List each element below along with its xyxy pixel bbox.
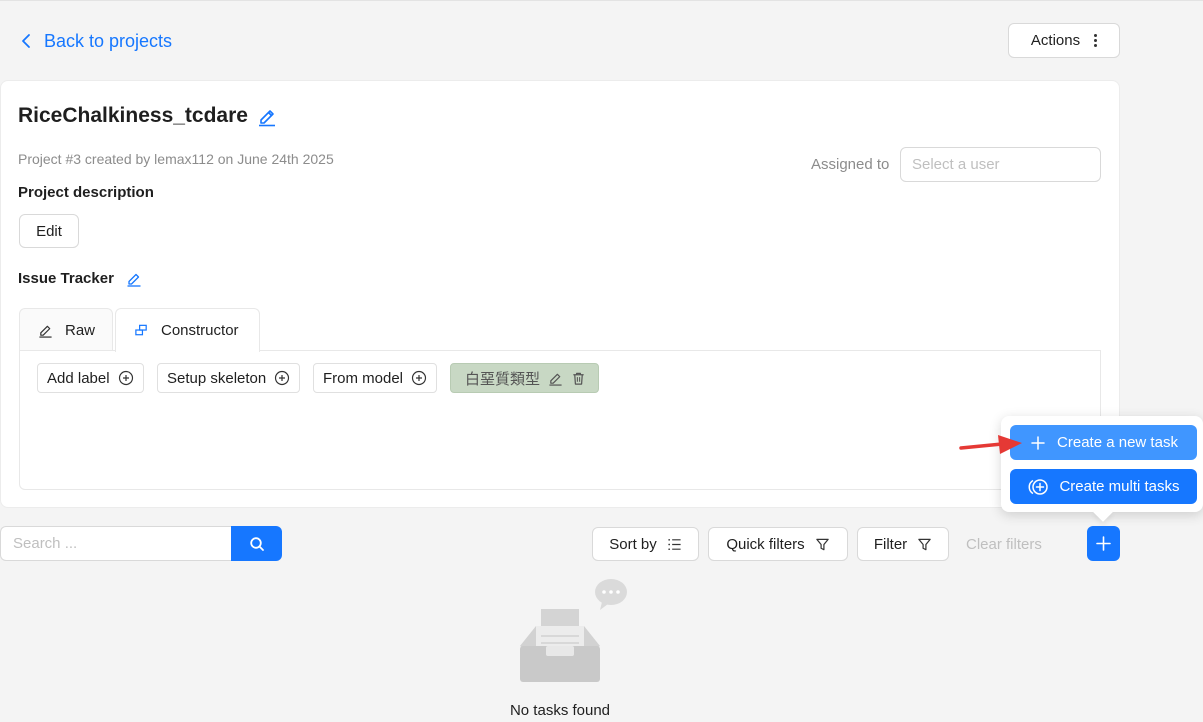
create-multi-tasks-label: Create multi tasks — [1059, 478, 1180, 495]
setup-skeleton-button[interactable]: Setup skeleton — [157, 363, 301, 393]
setup-skeleton-text: Setup skeleton — [167, 369, 267, 387]
assignee-select[interactable] — [900, 147, 1101, 182]
from-model-text: From model — [323, 369, 404, 387]
create-multi-tasks-button[interactable]: Create multi tasks — [1010, 469, 1197, 504]
sort-by-label: Sort by — [609, 535, 657, 553]
sort-list-icon — [668, 538, 681, 550]
filter-icon — [815, 538, 829, 550]
filter-label: Filter — [873, 535, 908, 553]
plus-icon — [1031, 435, 1045, 450]
filter-icon — [918, 538, 931, 550]
chevron-left-icon — [22, 34, 30, 48]
tab-raw-label: Raw — [65, 321, 96, 339]
label-name: 白堊質類型 — [465, 369, 541, 388]
multi-plus-circle-icon — [1029, 478, 1049, 495]
back-to-projects-link[interactable]: Back to projects — [18, 28, 172, 54]
label-tag[interactable]: 白堊質類型 — [450, 363, 600, 393]
more-vertical-icon — [1094, 34, 1098, 47]
plus-circle-icon — [411, 370, 427, 386]
create-new-task-button[interactable]: Create a new task — [1010, 425, 1197, 460]
tab-constructor[interactable]: Constructor — [115, 308, 260, 352]
add-label-text: Add label — [47, 369, 110, 387]
tab-raw[interactable]: Raw — [19, 308, 113, 351]
back-link-label: Back to projects — [44, 30, 173, 51]
pencil-icon — [39, 325, 52, 338]
assigned-to-label: Assigned to — [811, 156, 890, 173]
top-divider — [0, 0, 1203, 1]
delete-label-icon[interactable] — [571, 371, 586, 386]
project-title-text: RiceChalkiness_tcdare — [18, 104, 248, 127]
create-new-task-label: Create a new task — [1057, 434, 1178, 451]
sort-by-button[interactable]: Sort by — [592, 527, 699, 561]
from-model-button[interactable]: From model — [313, 363, 438, 393]
search-icon — [249, 536, 264, 551]
plus-icon — [1096, 536, 1111, 551]
tab-constructor-label: Constructor — [161, 322, 239, 339]
add-label-button[interactable]: Add label — [37, 363, 144, 393]
project-meta: Project #3 created by lemax112 on June 2… — [18, 151, 334, 167]
quick-filters-label: Quick filters — [726, 535, 805, 553]
plus-circle-icon — [275, 370, 290, 386]
edit-issue-tracker-icon[interactable] — [126, 271, 142, 287]
annotation-arrow-icon — [959, 435, 1022, 454]
search-button[interactable] — [231, 526, 282, 561]
filter-button[interactable]: Filter — [857, 527, 949, 561]
issue-tracker: Issue Tracker — [18, 270, 142, 287]
actions-button[interactable]: Actions — [1008, 23, 1120, 58]
quick-filters-button[interactable]: Quick filters — [708, 527, 848, 561]
empty-inbox-icon — [520, 579, 627, 682]
edit-label-icon[interactable] — [548, 371, 563, 386]
issue-tracker-label: Issue Tracker — [18, 270, 114, 287]
no-tasks-message: No tasks found — [509, 702, 611, 719]
clear-filters-button[interactable]: Clear filters — [966, 536, 1042, 553]
edit-description-button[interactable]: Edit — [19, 214, 79, 248]
actions-label: Actions — [1030, 32, 1081, 49]
plus-circle-icon — [118, 370, 133, 386]
task-search-input[interactable] — [0, 526, 232, 561]
project-title: RiceChalkiness_tcdare — [18, 102, 278, 130]
edit-title-icon[interactable] — [256, 105, 278, 127]
project-description-label: Project description — [18, 184, 154, 201]
constructor-icon — [135, 324, 147, 336]
add-task-button[interactable] — [1087, 526, 1120, 561]
